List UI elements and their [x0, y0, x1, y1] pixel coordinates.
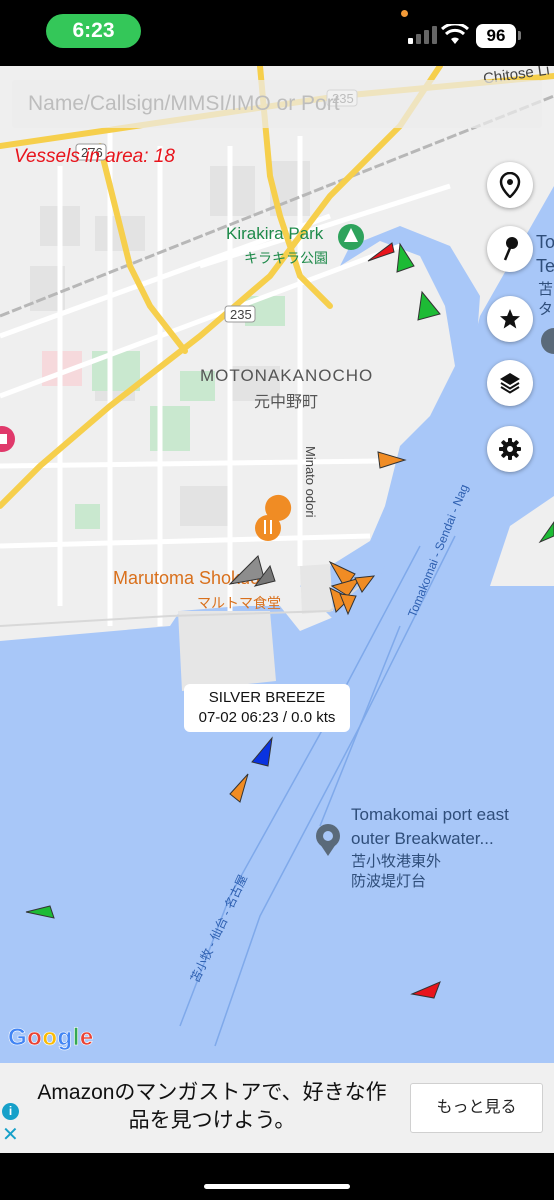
vessel-marker[interactable] [229, 773, 249, 803]
vessel-marker[interactable] [396, 242, 415, 273]
location-pin-icon [499, 172, 521, 198]
vessel-marker-selected[interactable] [251, 736, 273, 767]
ad-text[interactable]: Amazonのマンガストアで、好きな作品を見つけよう。 [28, 1079, 396, 1135]
vessel-name: SILVER BREEZE [208, 689, 326, 706]
vessel-marker[interactable] [377, 451, 407, 469]
ad-more-button[interactable]: もっと見る [410, 1083, 543, 1133]
vessel-info-popup[interactable]: SILVER BREEZE 07-02 06:23 / 0.0 kts [184, 684, 350, 732]
layers-icon [500, 373, 520, 394]
search-input[interactable]: Name/Callsign/MMSI/IMO or Port [12, 80, 542, 128]
camera-indicator-icon [401, 10, 408, 17]
vessel-marker[interactable] [417, 290, 441, 321]
vessel-marker[interactable] [367, 242, 395, 262]
vessel-timestamp-speed: 07-02 06:23 / 0.0 kts [198, 709, 336, 726]
drop-pin-button[interactable] [487, 226, 533, 272]
vessel-layer [25, 242, 554, 999]
star-icon [500, 309, 520, 329]
favorites-button[interactable] [487, 296, 533, 342]
google-logo: Google [8, 1024, 94, 1052]
status-bar: 6:23 96 [0, 0, 554, 66]
battery-indicator: 96 [476, 24, 516, 48]
home-indicator[interactable] [204, 1184, 350, 1189]
drop-pin-icon [503, 237, 518, 261]
settings-button[interactable] [487, 426, 533, 472]
vessel-marker[interactable] [354, 575, 376, 593]
ad-close-icon[interactable]: ✕ [2, 1125, 19, 1145]
home-indicator-area [0, 1153, 554, 1200]
map-layers-button[interactable] [487, 360, 533, 406]
vessel-marker[interactable] [410, 981, 441, 999]
my-location-button[interactable] [487, 162, 533, 208]
status-time[interactable]: 6:23 [46, 14, 141, 48]
vessel-marker[interactable] [228, 555, 265, 585]
ad-banner[interactable]: Amazonのマンガストアで、好きな作品を見つけよう。 もっと見る i ✕ [0, 1063, 554, 1153]
gear-icon [499, 438, 521, 460]
vessel-count-label: Vessels in area: 18 [14, 146, 175, 167]
battery-tip [518, 31, 521, 40]
vessel-marker[interactable] [25, 905, 55, 919]
wifi-icon [441, 24, 469, 44]
ship-map[interactable]: Chitose Li 235 276 235 Kirakira Park キラキ… [0, 66, 554, 1063]
ad-info-icon[interactable]: i [2, 1103, 19, 1120]
cellular-signal-icon [408, 26, 437, 44]
vessel-marker[interactable] [538, 521, 554, 544]
